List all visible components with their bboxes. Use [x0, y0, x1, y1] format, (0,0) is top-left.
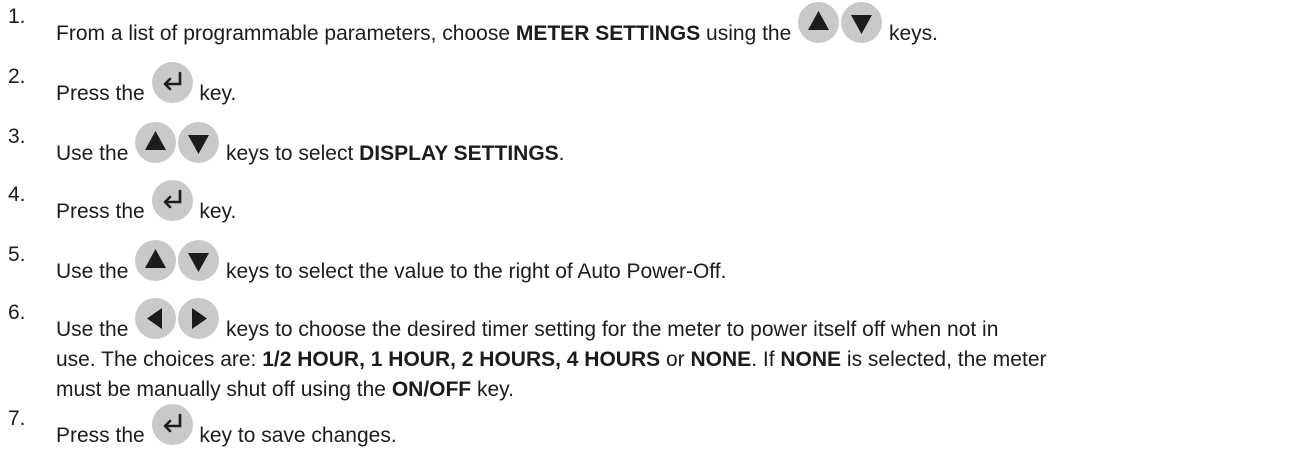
step-number: 2. — [8, 65, 26, 88]
up-arrow-key-icon — [135, 240, 177, 281]
step-number: 1. — [8, 5, 26, 28]
instruction-list: 1. From a list of programmable parameter… — [0, 0, 1294, 447]
step-text: Use the keys to choose the desired timer… — [56, 298, 1274, 405]
step-number: 6. — [8, 301, 26, 324]
right-arrow-key-icon — [178, 298, 220, 339]
down-arrow-key-icon — [841, 2, 883, 43]
down-arrow-key-icon — [178, 240, 220, 281]
step-number: 4. — [8, 183, 26, 206]
step-text-line-2: use. The choices are: 1/2 HOUR, 1 HOUR, … — [56, 348, 1047, 371]
enter-key-icon — [151, 404, 193, 445]
step-number: 5. — [8, 243, 26, 266]
left-arrow-key-icon — [135, 298, 177, 339]
step-text: From a list of programmable parameters, … — [56, 2, 1274, 49]
step-number: 7. — [8, 407, 26, 430]
enter-key-icon — [151, 62, 193, 103]
up-arrow-key-icon — [135, 122, 177, 163]
enter-key-icon — [151, 180, 193, 221]
step-text: Press the key. — [56, 180, 1274, 227]
step-text-line-3: must be manually shut off using the ON/O… — [56, 378, 514, 401]
step-text: Press the key. — [56, 62, 1274, 109]
up-arrow-key-icon — [798, 2, 840, 43]
step-text: Use the keys to select DISPLAY SETTINGS. — [56, 122, 1274, 169]
down-arrow-key-icon — [178, 122, 220, 163]
step-number: 3. — [8, 125, 26, 148]
step-text: Use the keys to select the value to the … — [56, 240, 1274, 287]
